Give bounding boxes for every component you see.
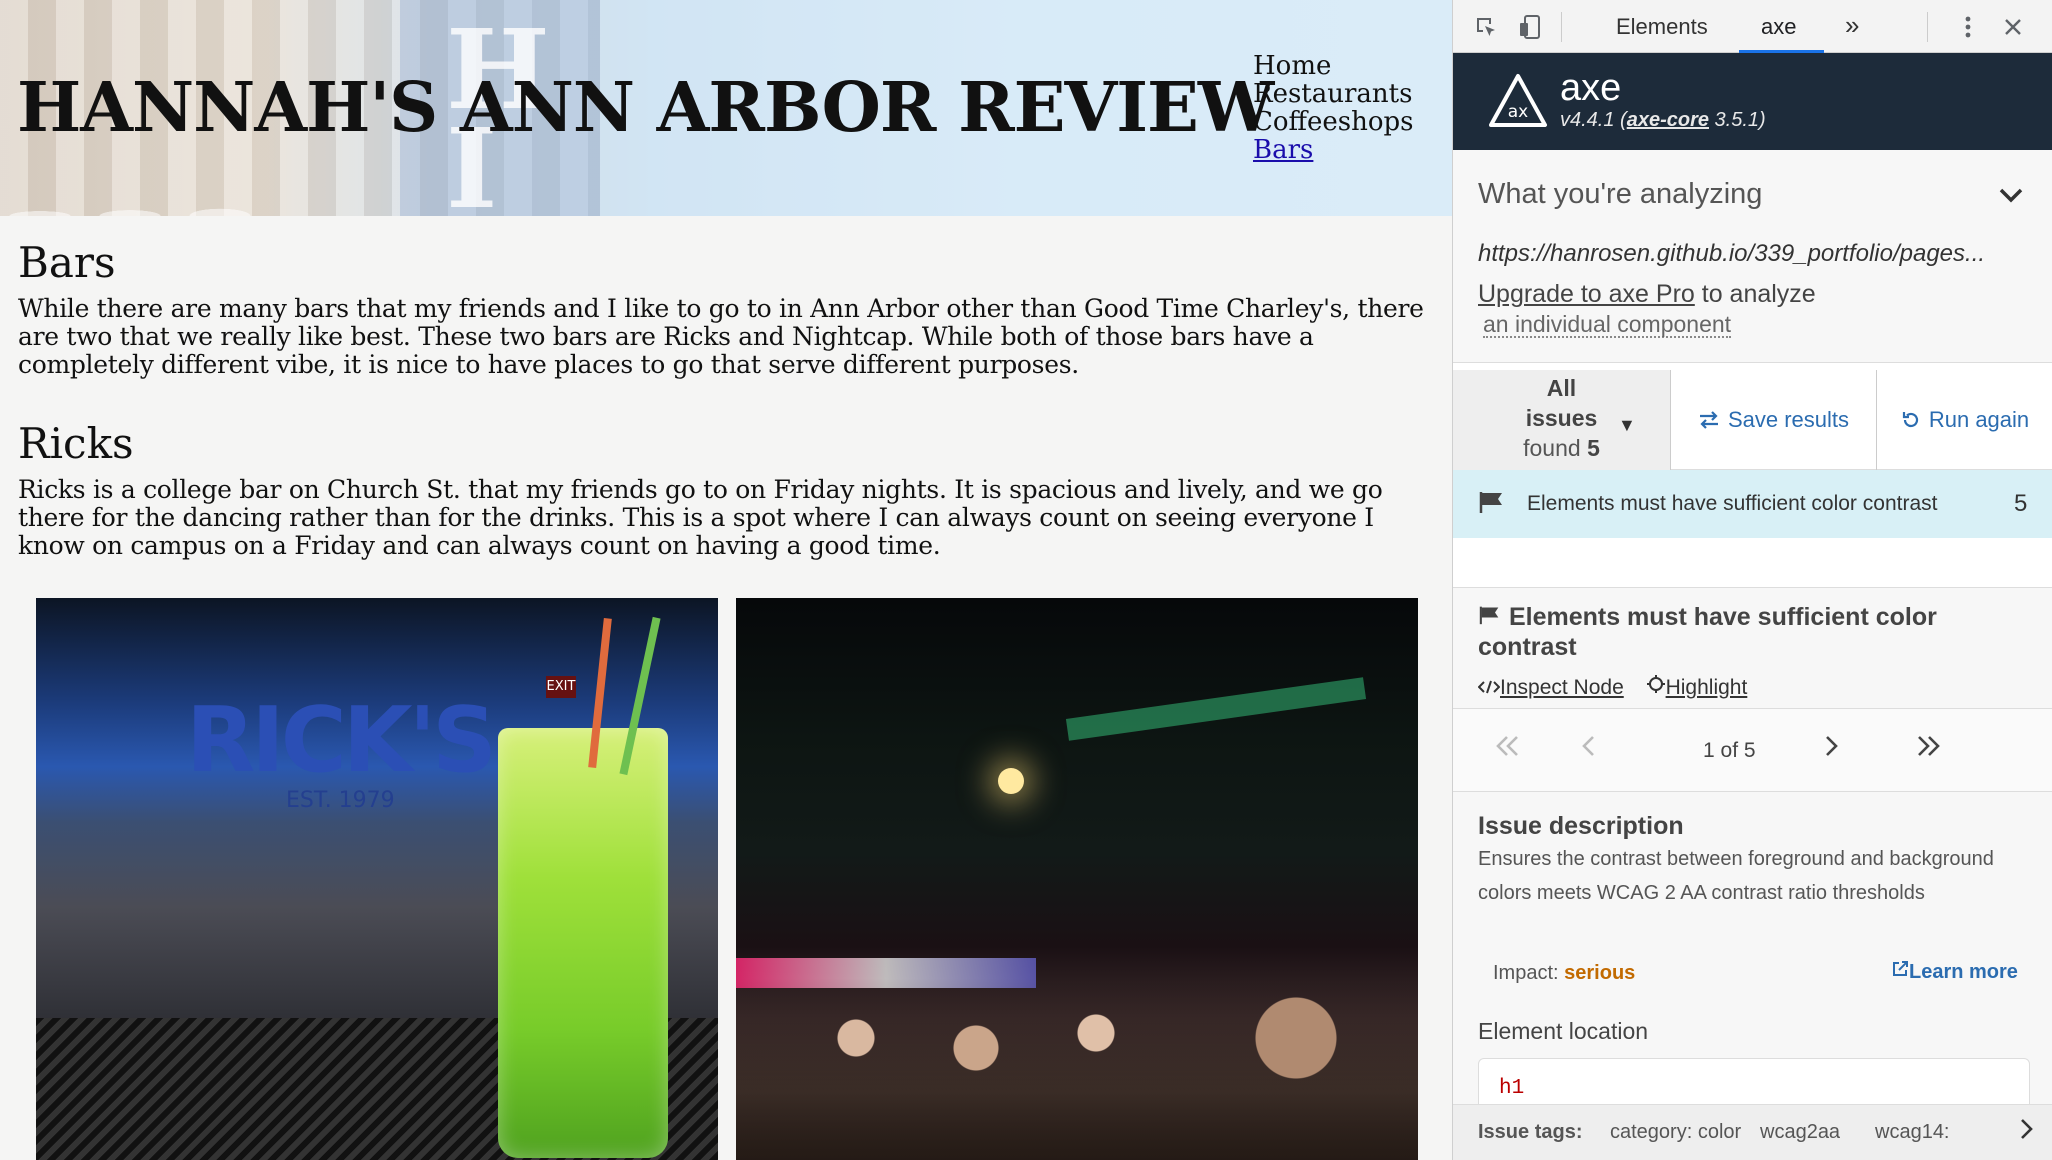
impact-value: serious bbox=[1564, 962, 1636, 984]
photo-wall-sign: RICK'S bbox=[186, 688, 497, 793]
flag-icon bbox=[1478, 490, 1506, 521]
nav-home[interactable]: Home bbox=[1253, 52, 1414, 80]
prev-page-icon[interactable] bbox=[1581, 731, 1597, 765]
nav-restaurants[interactable]: Restaurants bbox=[1253, 80, 1414, 108]
issue-pager: 1 of 5 bbox=[1453, 708, 2052, 792]
element-location-heading: Element location bbox=[1478, 1018, 1649, 1044]
detail-title: Elements must have sufficient color cont… bbox=[1478, 603, 1937, 661]
tab-axe[interactable]: axe bbox=[1761, 14, 1796, 40]
issue-description: Ensures the contrast between foreground … bbox=[1478, 848, 1994, 904]
pager-position: 1 of 5 bbox=[1703, 739, 1756, 762]
nav-coffeeshops[interactable]: Coffeeshops bbox=[1253, 108, 1414, 136]
main-content: Bars While there are many bars that my f… bbox=[18, 238, 1438, 560]
green-light bbox=[1065, 677, 1367, 741]
detail-actions: Inspect Node Highlight bbox=[1477, 674, 1763, 700]
issue-list-item[interactable]: Elements must have sufficient color cont… bbox=[1453, 470, 2052, 538]
ricks-paragraph: Ricks is a college bar on Church St. tha… bbox=[18, 475, 1383, 560]
svg-text:ax: ax bbox=[1508, 102, 1528, 122]
kebab-menu-icon[interactable] bbox=[1953, 12, 1983, 42]
results-toolbar: All issues found 5 ▼ Save results Run ag… bbox=[1453, 370, 2052, 470]
axe-name: axe bbox=[1560, 67, 1622, 109]
upgrade-link[interactable]: Upgrade to axe Pro bbox=[1478, 280, 1695, 308]
analyzing-title[interactable]: What you're analyzing bbox=[1478, 178, 1762, 211]
axe-logo-icon: ax bbox=[1489, 74, 1547, 127]
next-page-icon[interactable] bbox=[1823, 731, 1839, 765]
chevron-down-icon[interactable] bbox=[1998, 180, 2024, 211]
axe-version: v4.4.1 (axe-core 3.5.1) bbox=[1560, 109, 1766, 131]
caret-down-icon: ▼ bbox=[1618, 415, 1636, 435]
refresh-icon bbox=[1902, 412, 1918, 428]
highlight-icon bbox=[1646, 675, 1665, 693]
close-icon[interactable] bbox=[1998, 12, 2028, 42]
tag-item: wcag2aa bbox=[1760, 1121, 1841, 1143]
ricks-heading: Ricks bbox=[18, 419, 134, 468]
issue-title: Elements must have sufficient color cont… bbox=[1527, 492, 1938, 515]
found-count: 5 bbox=[1587, 435, 1600, 461]
save-results-button[interactable]: Save results bbox=[1671, 370, 1877, 470]
photo-est-text: EST. 1979 bbox=[286, 788, 395, 813]
issue-count: 5 bbox=[2014, 490, 2028, 517]
component-link[interactable]: an individual component bbox=[1483, 312, 1732, 338]
crowd bbox=[736, 978, 1418, 1160]
all-issues-filter[interactable]: All issues found 5 ▼ bbox=[1453, 370, 1671, 470]
inspect-element-icon[interactable] bbox=[1471, 12, 1501, 42]
devtools-panel: Elements axe » ax axe v4.4.1 (axe-core 3… bbox=[1452, 0, 2052, 1160]
inspect-node-link[interactable]: Inspect Node bbox=[1500, 676, 1624, 699]
analyzing-section: What you're analyzing https://hanrosen.g… bbox=[1453, 150, 2052, 363]
upgrade-text: Upgrade to axe Pro to analyze bbox=[1478, 280, 1816, 308]
photo-gallery: RICK'S EST. 1979 EXIT bbox=[36, 598, 1418, 1160]
last-page-icon[interactable] bbox=[1915, 731, 1941, 765]
element-selector: h1 bbox=[1499, 1077, 1525, 1100]
flag-icon bbox=[1479, 606, 1499, 625]
chevron-right-icon[interactable] bbox=[2018, 1117, 2034, 1148]
site-title: HANNAH'S ANN ARBOR REVIEW bbox=[17, 68, 1274, 148]
external-link-icon bbox=[1893, 961, 1908, 976]
highlight-link[interactable]: Highlight bbox=[1666, 676, 1748, 699]
nav-bars[interactable]: Bars bbox=[1253, 136, 1414, 164]
axe-core-link[interactable]: axe-core bbox=[1627, 109, 1709, 131]
issue-tags-label: Issue tags: bbox=[1478, 1121, 1583, 1143]
ceiling-lamp bbox=[998, 768, 1024, 794]
issue-detail: Elements must have sufficient color cont… bbox=[1453, 588, 2052, 1160]
ricks-crowd-photo bbox=[736, 598, 1418, 1160]
analyzed-url: https://hanrosen.github.io/339_portfolio… bbox=[1478, 240, 1986, 267]
swap-arrows-icon bbox=[1699, 411, 1718, 429]
tag-item: category: color bbox=[1610, 1121, 1742, 1143]
learn-more-link[interactable]: Learn more bbox=[1891, 960, 2018, 984]
impact: Impact: serious bbox=[1493, 962, 1636, 984]
device-toolbar-icon[interactable] bbox=[1515, 12, 1545, 42]
hero-banner: HI HANNAH'S ANN ARBOR REVIEW Home Restau… bbox=[0, 0, 1452, 216]
green-drink-glass bbox=[498, 728, 668, 1158]
tag-item: wcag14: bbox=[1875, 1121, 1950, 1143]
issue-description-heading: Issue description bbox=[1478, 812, 1684, 840]
issue-tags-bar: Issue tags: category: color wcag2aa wcag… bbox=[1453, 1104, 2052, 1160]
first-page-icon[interactable] bbox=[1495, 731, 1521, 765]
web-page: HI HANNAH'S ANN ARBOR REVIEW Home Restau… bbox=[0, 0, 1452, 1160]
axe-header: ax axe v4.4.1 (axe-core 3.5.1) bbox=[1453, 53, 2052, 150]
bars-paragraph: While there are many bars that my friend… bbox=[18, 294, 1424, 379]
more-tabs-button[interactable]: » bbox=[1845, 10, 1859, 41]
tab-elements[interactable]: Elements bbox=[1616, 14, 1708, 40]
code-icon bbox=[1477, 680, 1501, 694]
bars-heading: Bars bbox=[18, 238, 116, 287]
devtools-tabbar: Elements axe » bbox=[1453, 0, 2052, 53]
exit-sign: EXIT bbox=[546, 676, 576, 698]
ricks-drink-photo: RICK'S EST. 1979 EXIT bbox=[36, 598, 718, 1160]
run-again-button[interactable]: Run again bbox=[1877, 370, 2052, 470]
site-nav: Home Restaurants Coffeeshops Bars bbox=[1253, 52, 1414, 164]
